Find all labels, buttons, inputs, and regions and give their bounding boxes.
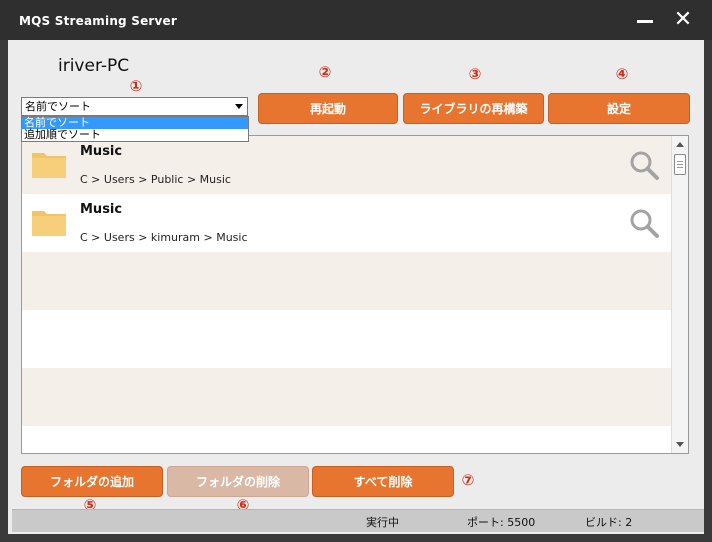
dropdown-arrow-icon[interactable]: [235, 104, 243, 109]
folder-name: Music: [80, 202, 123, 217]
close-icon: ✕: [673, 7, 693, 32]
add-folder-button[interactable]: フォルダの追加: [21, 466, 163, 497]
folder-path: C > Users > kimuram > Music: [80, 231, 248, 244]
app-window: MQS Streaming Server ✕ iriver-PC ① ② ③ ④…: [0, 0, 712, 542]
vertical-scrollbar[interactable]: [671, 136, 688, 453]
scroll-down-icon[interactable]: [676, 442, 684, 447]
close-button[interactable]: ✕: [672, 7, 694, 32]
folder-path: C > Users > Public > Music: [80, 173, 231, 186]
restart-button[interactable]: 再起動: [258, 93, 398, 124]
folder-name: Music: [80, 144, 123, 159]
title-bar[interactable]: MQS Streaming Server ✕: [0, 0, 712, 40]
status-bar: 実行中 ポート: 5500 ビルド: 2: [12, 509, 704, 532]
scrollbar-thumb[interactable]: [674, 154, 686, 175]
settings-button[interactable]: 設定: [548, 93, 690, 124]
search-icon[interactable]: [628, 207, 660, 239]
badge-1: ①: [129, 77, 143, 95]
badge-2: ②: [318, 63, 332, 81]
sort-selected-value: 名前でソート: [25, 100, 91, 113]
badge-3: ③: [468, 65, 482, 83]
empty-row: [22, 252, 673, 310]
sort-select[interactable]: 名前でソート: [21, 97, 248, 116]
minimize-button[interactable]: [634, 10, 656, 32]
sort-option-added[interactable]: 追加順でソート: [22, 129, 248, 141]
folder-row[interactable]: Music C > Users > Public > Music: [22, 136, 673, 194]
minimize-icon: [637, 20, 653, 23]
sort-dropdown-list[interactable]: 名前でソート 追加順でソート: [21, 116, 249, 142]
folder-icon: [32, 153, 66, 178]
scroll-up-icon[interactable]: [676, 142, 684, 147]
folder-row[interactable]: Music C > Users > kimuram > Music: [22, 194, 673, 252]
status-build: ビルド: 2: [585, 516, 633, 529]
delete-folder-button[interactable]: フォルダの削除: [167, 466, 309, 497]
delete-all-button[interactable]: すべて削除: [312, 466, 454, 497]
empty-row: [22, 310, 673, 368]
status-port: ポート: 5500: [467, 516, 536, 529]
badge-7: ⑦: [461, 471, 475, 489]
search-icon[interactable]: [628, 149, 660, 181]
badge-4: ④: [615, 65, 629, 83]
empty-row: [22, 368, 673, 426]
folder-list[interactable]: Music C > Users > Public > Music Music C…: [21, 135, 689, 454]
pc-name: iriver-PC: [58, 56, 130, 76]
empty-row: [22, 426, 673, 453]
folder-icon: [32, 211, 66, 236]
rebuild-library-button[interactable]: ライブラリの再構築: [403, 93, 544, 124]
status-state: 実行中: [366, 516, 399, 529]
window-title: MQS Streaming Server: [19, 14, 178, 28]
